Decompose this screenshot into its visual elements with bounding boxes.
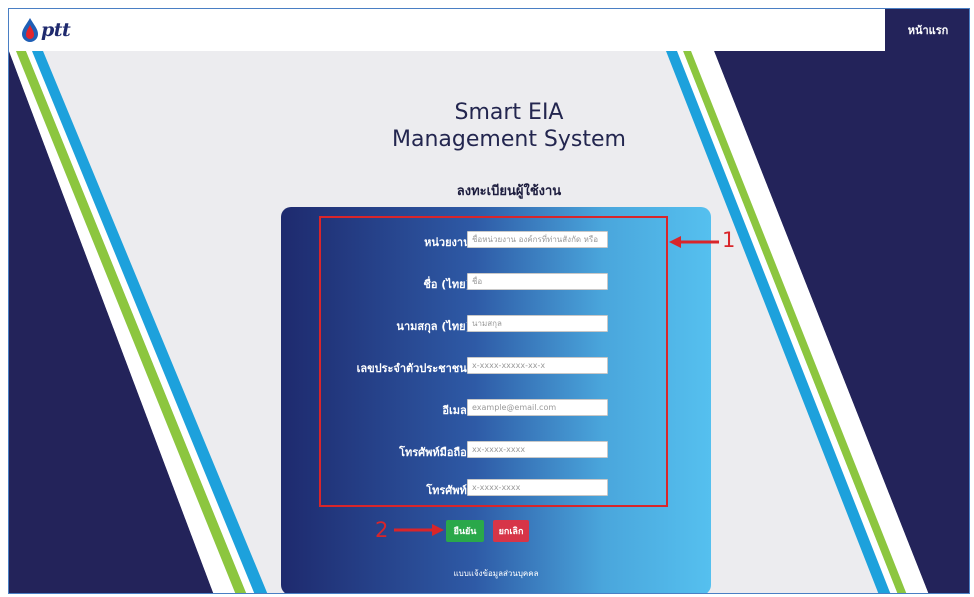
last-name-input[interactable] bbox=[467, 315, 608, 332]
citizen-id-input[interactable] bbox=[467, 357, 608, 374]
brand-name: ptt bbox=[41, 19, 71, 41]
annotation-arrow-left-icon bbox=[669, 236, 719, 248]
ptt-logo[interactable]: ptt bbox=[21, 17, 71, 43]
form-row-first-name: ชื่อ (ไทย): bbox=[281, 273, 711, 293]
top-navbar: ptt หน้าแรก bbox=[9, 9, 969, 51]
form-row-email: อีเมล : bbox=[281, 399, 711, 419]
mobile-input[interactable] bbox=[467, 441, 608, 458]
page-subtitle: ลงทะเบียนผู้ใช้งาน bbox=[456, 184, 562, 199]
email-input[interactable] bbox=[467, 399, 608, 416]
right-navy-band bbox=[714, 51, 969, 593]
first-name-input[interactable] bbox=[467, 273, 608, 290]
form-row-phone: โทรศัพท์ : bbox=[281, 479, 711, 499]
title-line-1: Smart EIA bbox=[454, 100, 564, 125]
home-nav-button[interactable]: หน้าแรก bbox=[885, 9, 969, 51]
confirm-button[interactable]: ยืนยัน bbox=[446, 520, 484, 542]
title-line-2: Management System bbox=[392, 127, 626, 152]
privacy-notice-link[interactable]: แบบแจ้งข้อมูลส่วนบุคคล bbox=[381, 567, 611, 580]
annotation-marker-2: 2 bbox=[375, 518, 389, 542]
annotation-marker-1: 1 bbox=[722, 228, 736, 252]
organization-input[interactable] bbox=[467, 231, 608, 248]
citizen-id-label: เลขประจำตัวประชาชน : bbox=[356, 362, 475, 375]
browser-viewport: ptt หน้าแรก Smart EIA Management System … bbox=[8, 8, 970, 594]
mobile-label: โทรศัพท์มือถือ : bbox=[399, 446, 475, 459]
cancel-button[interactable]: ยกเลิก bbox=[493, 520, 529, 542]
form-row-organization: หน่วยงาน: bbox=[281, 231, 711, 251]
phone-input[interactable] bbox=[467, 479, 608, 496]
last-name-label: นามสกุล (ไทย): bbox=[396, 320, 475, 333]
form-row-last-name: นามสกุล (ไทย): bbox=[281, 315, 711, 335]
annotation-arrow-right-icon bbox=[394, 524, 444, 536]
form-row-citizen-id: เลขประจำตัวประชาชน : bbox=[281, 357, 711, 377]
form-row-mobile: โทรศัพท์มือถือ : bbox=[281, 441, 711, 461]
page-title: Smart EIA Management System bbox=[309, 99, 709, 153]
flame-drop-icon bbox=[22, 18, 38, 42]
